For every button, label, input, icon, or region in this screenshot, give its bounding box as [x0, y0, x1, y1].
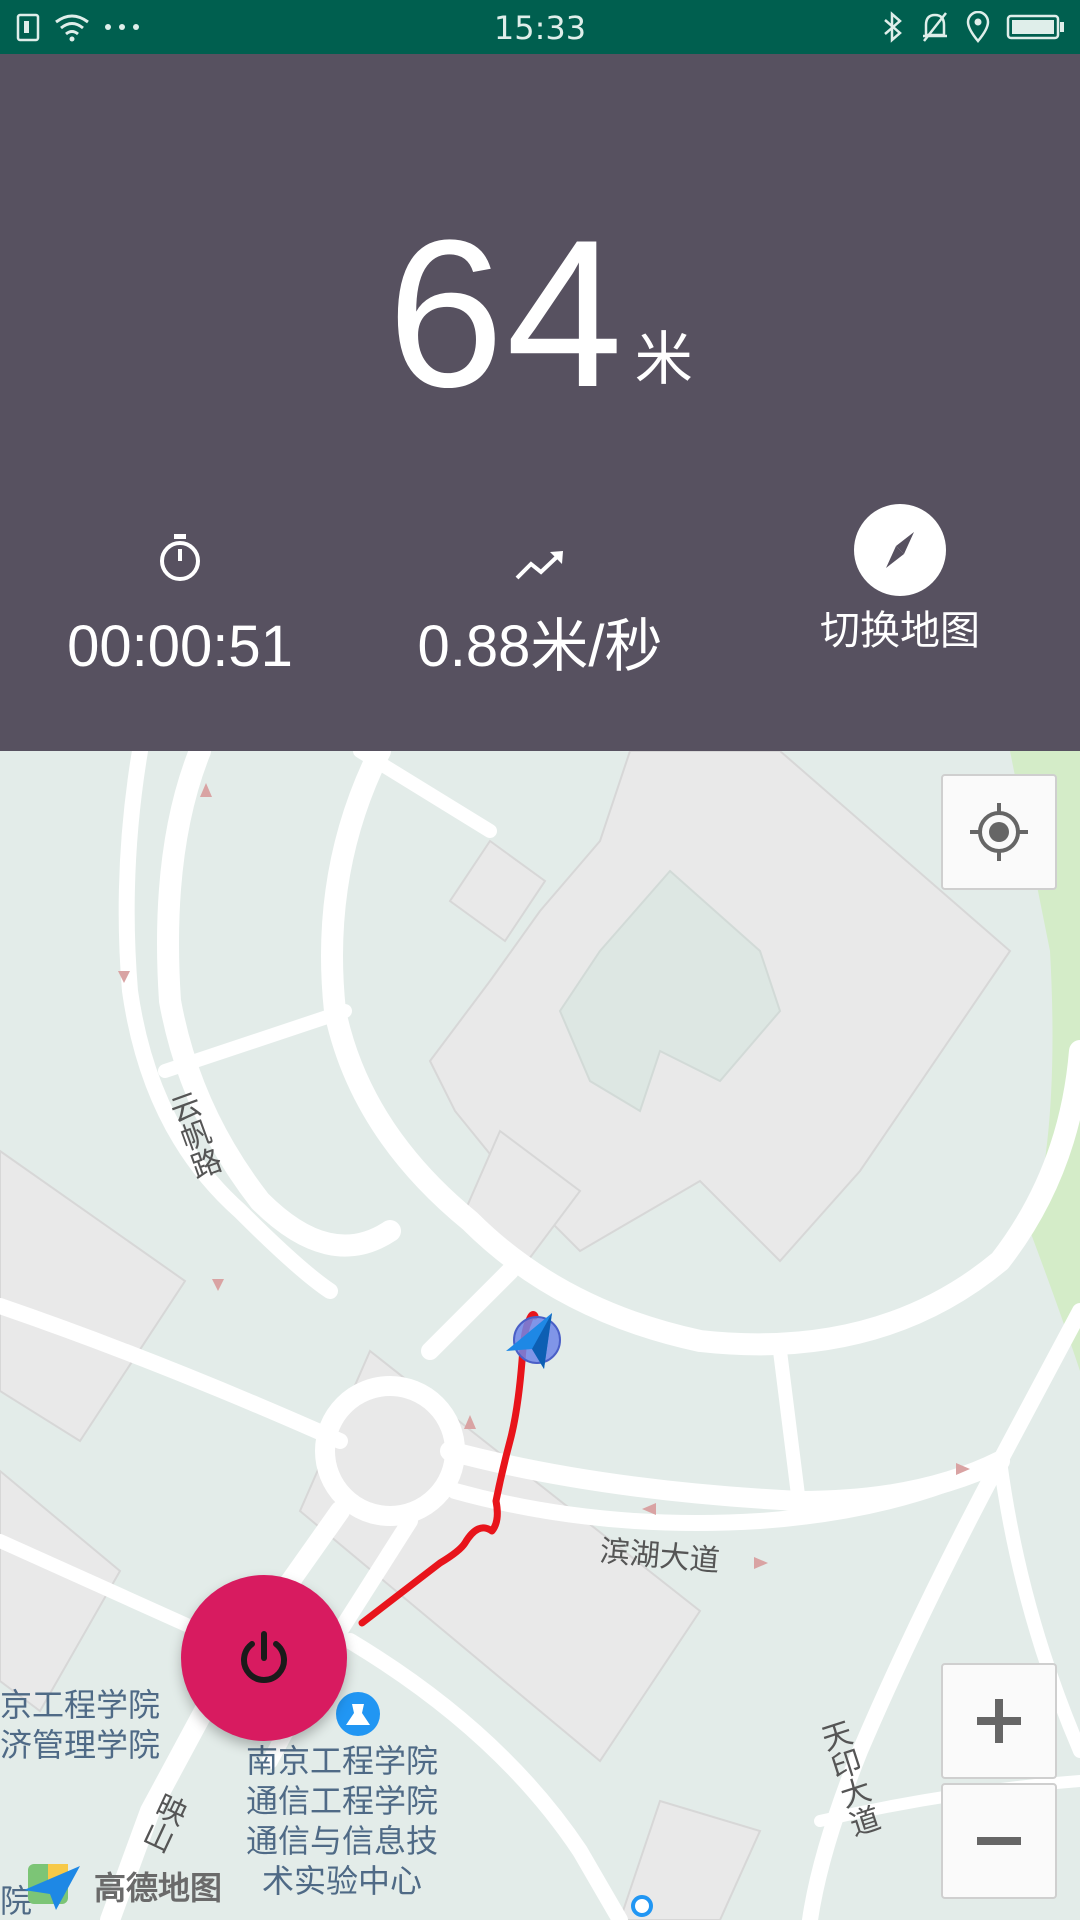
switch-map-button[interactable]: 切换地图	[720, 504, 1080, 724]
map-view[interactable]: 云帆路 滨湖大道 天印大道 映山 京工程学院 济管理学院 南京工程学院 通信工程…	[0, 751, 1080, 1920]
locate-button[interactable]	[941, 774, 1057, 890]
distance-display: 64 米	[0, 174, 1080, 431]
alarm-icon	[920, 11, 950, 43]
speed-value: 0.88米/秒	[417, 614, 663, 679]
zoom-out-button[interactable]	[941, 1783, 1057, 1899]
amap-logo-text: 高德地图	[94, 1869, 223, 1907]
distance-unit: 米	[634, 325, 693, 393]
poi-label[interactable]: 南京工程学院	[246, 1741, 438, 1781]
switch-map-label: 切换地图	[820, 608, 980, 654]
poi-label: 济管理学院	[0, 1726, 161, 1764]
minus-icon	[977, 1837, 1021, 1845]
location-icon	[966, 11, 990, 43]
bluetooth-icon	[882, 11, 904, 43]
amap-logo: 高德地图	[22, 1856, 222, 1916]
zoom-in-button[interactable]	[941, 1663, 1057, 1779]
compass-icon	[854, 504, 946, 596]
poi-label: 京工程学院	[0, 1686, 161, 1724]
poi-label[interactable]: 术实验中心	[262, 1861, 422, 1901]
poi-label[interactable]: 通信工程学院	[246, 1781, 438, 1821]
duration-value: 00:00:51	[67, 614, 293, 679]
amap-logo-icon	[24, 1864, 80, 1910]
stop-tracking-button[interactable]	[181, 1575, 347, 1741]
speed-stat: 0.88米/秒	[360, 514, 720, 734]
stopwatch-icon	[0, 514, 360, 584]
battery-icon	[1006, 13, 1066, 41]
crosshair-icon	[970, 803, 1028, 861]
distance-value: 64	[387, 196, 625, 431]
map-canvas	[0, 751, 1080, 1920]
status-bar: 15:33	[0, 0, 1080, 54]
stats-panel: 64 米 00:00:51 0.88米/秒 切换地图	[0, 54, 1080, 751]
trending-up-icon	[360, 514, 720, 584]
plus-icon	[977, 1699, 1021, 1743]
poi-label[interactable]: 通信与信息技	[246, 1821, 438, 1861]
power-icon	[241, 1631, 287, 1683]
duration-stat: 00:00:51	[0, 514, 360, 734]
